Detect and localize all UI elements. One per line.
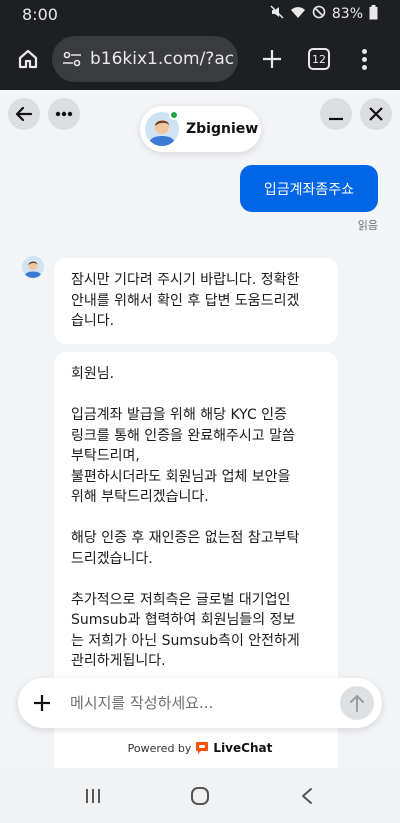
- minimize-button[interactable]: [320, 98, 352, 130]
- livechat-logo-icon: [196, 742, 209, 754]
- attach-button[interactable]: [18, 678, 66, 728]
- mute-icon: [270, 5, 284, 23]
- system-navigation-bar: [0, 768, 400, 823]
- agent-info[interactable]: Zbigniew: [140, 106, 261, 152]
- minimize-icon: [329, 117, 343, 121]
- tab-count: 12: [312, 52, 326, 66]
- message-line: 드리겠습니다.: [71, 550, 153, 567]
- dot-icon: [361, 64, 367, 70]
- status-icons: 83%: [270, 4, 378, 24]
- message-line: 잠시만 기다려 주시기 바랍니다. 정확한: [71, 272, 300, 288]
- message-line: 는 저희가 아닌 Sumsub측이 안전하게: [71, 632, 300, 649]
- livechat-brand[interactable]: LiveChat: [213, 741, 272, 755]
- message-line: 안내를 위해서 확인 후 답변 도움드리겠: [71, 292, 300, 309]
- more-horizontal-icon: [55, 111, 73, 117]
- message-line: 입금계좌 발급을 위해 해당 KYC 인증: [71, 407, 287, 423]
- message-line: [71, 385, 321, 406]
- url-text: b16kix1.com/?ac: [90, 49, 235, 69]
- address-bar[interactable]: b16kix1.com/?ac: [52, 36, 238, 82]
- battery-icon: [369, 4, 378, 24]
- message-line: 추가적으로 저희측은 글로벌 대기업인: [71, 591, 291, 608]
- message-input[interactable]: [66, 683, 340, 723]
- browser-menu-button[interactable]: [352, 41, 376, 77]
- message-line: 회원님.: [71, 366, 115, 382]
- recent-apps-button[interactable]: [73, 776, 113, 816]
- powered-by: Powered by LiveChat: [0, 738, 400, 758]
- browser-toolbar: b16kix1.com/?ac 12: [0, 28, 400, 90]
- agent-message-avatar: [22, 256, 44, 278]
- online-status-dot: [169, 110, 179, 120]
- chat-header: Zbigniew: [0, 90, 400, 152]
- message-line: 해당 인증 후 재인증은 없는점 참고부탁: [71, 530, 300, 546]
- outgoing-message: 입금계좌좀주쇼: [240, 165, 378, 212]
- powered-by-text: Powered by: [127, 741, 192, 755]
- arrow-up-icon: [350, 695, 364, 712]
- message-line: 불편하시더라도 회원님과 업체 보안을: [71, 468, 291, 485]
- arrow-left-icon: [15, 106, 33, 122]
- message-line: 링크를 통해 인증을 완료해주시고 말씀: [71, 427, 295, 444]
- home-circle-icon: [190, 786, 209, 805]
- message-line: [71, 508, 321, 529]
- site-settings-icon[interactable]: [62, 51, 82, 67]
- dot-icon: [361, 48, 367, 54]
- message-line: 습니다.: [71, 313, 115, 329]
- agent-name: Zbigniew: [186, 121, 259, 137]
- do-not-disturb-icon: [312, 5, 326, 23]
- new-tab-button[interactable]: [254, 41, 290, 77]
- status-time: 8:00: [22, 4, 58, 24]
- home-icon: [18, 49, 38, 69]
- message-composer: [18, 678, 382, 728]
- incoming-message: 잠시만 기다려 주시기 바랍니다. 정확한 안내를 위해서 확인 후 답변 도움…: [54, 258, 338, 344]
- battery-percent: 83%: [331, 6, 363, 22]
- plus-icon: [34, 695, 50, 711]
- home-button[interactable]: [10, 41, 46, 77]
- status-bar: 8:00 83%: [0, 0, 400, 28]
- more-options-button[interactable]: [48, 98, 80, 130]
- dot-icon: [361, 56, 367, 62]
- recent-apps-icon: [86, 788, 101, 803]
- back-button[interactable]: [8, 98, 40, 130]
- message-line: 부탁드리며,: [71, 448, 140, 464]
- message-line: 관리하게됩니다.: [71, 653, 166, 669]
- tab-switcher-button[interactable]: 12: [308, 48, 330, 70]
- message-line: [71, 569, 321, 590]
- close-button[interactable]: [360, 98, 392, 130]
- send-button[interactable]: [340, 686, 374, 720]
- home-nav-button[interactable]: [180, 776, 220, 816]
- message-line: 위해 부탁드리겠습니다.: [71, 489, 209, 505]
- back-nav-button[interactable]: [287, 776, 327, 816]
- close-icon: [369, 107, 383, 121]
- message-line: Sumsub과 협력하여 회원님들의 정보: [71, 612, 296, 628]
- chevron-left-icon: [301, 787, 312, 804]
- plus-icon: [263, 50, 281, 68]
- wifi-icon: [290, 5, 306, 23]
- chat-window: Zbigniew 입금계좌좀주쇼 읽음 잠시만 기다려 주시기 바랍니다. 정확…: [0, 90, 400, 768]
- read-receipt: 읽음: [357, 219, 378, 232]
